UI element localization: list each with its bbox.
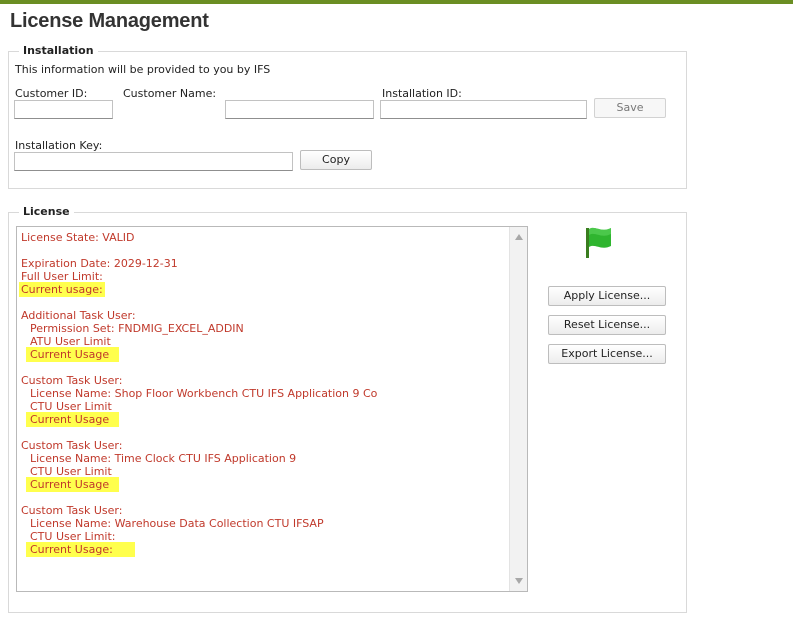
installation-id-label: Installation ID:: [382, 87, 462, 100]
scroll-up-icon[interactable]: [515, 234, 523, 240]
scroll-down-icon[interactable]: [515, 578, 523, 584]
customer-name-label: Customer Name:: [123, 87, 217, 100]
ctu1-current-usage-text: Current Usage: [26, 412, 120, 427]
ctu2-license-name-line: License Name: Time Clock CTU IFS Applica…: [30, 452, 297, 465]
page-title: License Management: [10, 10, 209, 32]
ctu3-current-usage-text: Current Usage:: [26, 542, 135, 557]
reset-license-button[interactable]: Reset License...: [548, 315, 666, 335]
license-details-textarea[interactable]: License State: VALID Expiration Date: 20…: [16, 226, 528, 592]
customer-name-field[interactable]: [225, 100, 374, 119]
customer-id-label: Customer ID:: [15, 87, 88, 100]
installation-id-field[interactable]: [380, 100, 587, 119]
ctu3-license-name-line: License Name: Warehouse Data Collection …: [30, 517, 324, 530]
customer-id-field[interactable]: [14, 100, 113, 119]
copy-button[interactable]: Copy: [300, 150, 372, 170]
license-group-title: License: [19, 205, 74, 218]
apply-license-button[interactable]: Apply License...: [548, 286, 666, 306]
export-license-button[interactable]: Export License...: [548, 344, 666, 364]
ctu1-license-name-line: License Name: Shop Floor Workbench CTU I…: [30, 387, 378, 400]
atu-header-line: Additional Task User:: [21, 309, 136, 322]
installation-group-title: Installation: [19, 44, 98, 57]
installation-key-field[interactable]: [14, 152, 293, 171]
ctu1-header-line: Custom Task User:: [21, 374, 123, 387]
installation-key-label: Installation Key:: [15, 139, 103, 152]
save-button[interactable]: Save: [594, 98, 666, 118]
atu-current-usage-text: Current Usage: [26, 347, 120, 362]
ctu2-current-usage-text: Current Usage: [26, 477, 120, 492]
flag-icon: [586, 227, 611, 258]
ctu1-current-usage-line: Current Usage: [26, 412, 120, 427]
expiration-date-line: Expiration Date: 2029-12-31: [21, 257, 178, 270]
full-current-usage-line: Current usage:: [19, 282, 105, 297]
atu-permission-set-line: Permission Set: FNDMIG_EXCEL_ADDIN: [30, 322, 244, 335]
installation-info-text: This information will be provided to you…: [15, 63, 271, 76]
top-accent-bar: [0, 0, 793, 4]
ctu2-current-usage-line: Current Usage: [26, 477, 120, 492]
license-scrollbar[interactable]: [509, 227, 527, 591]
license-state-line: License State: VALID: [21, 231, 135, 244]
ctu3-header-line: Custom Task User:: [21, 504, 123, 517]
full-current-usage-text: Current usage:: [19, 282, 105, 297]
atu-current-usage-line: Current Usage: [26, 347, 120, 362]
ctu3-current-usage-line: Current Usage:: [26, 542, 135, 557]
ctu2-header-line: Custom Task User:: [21, 439, 123, 452]
